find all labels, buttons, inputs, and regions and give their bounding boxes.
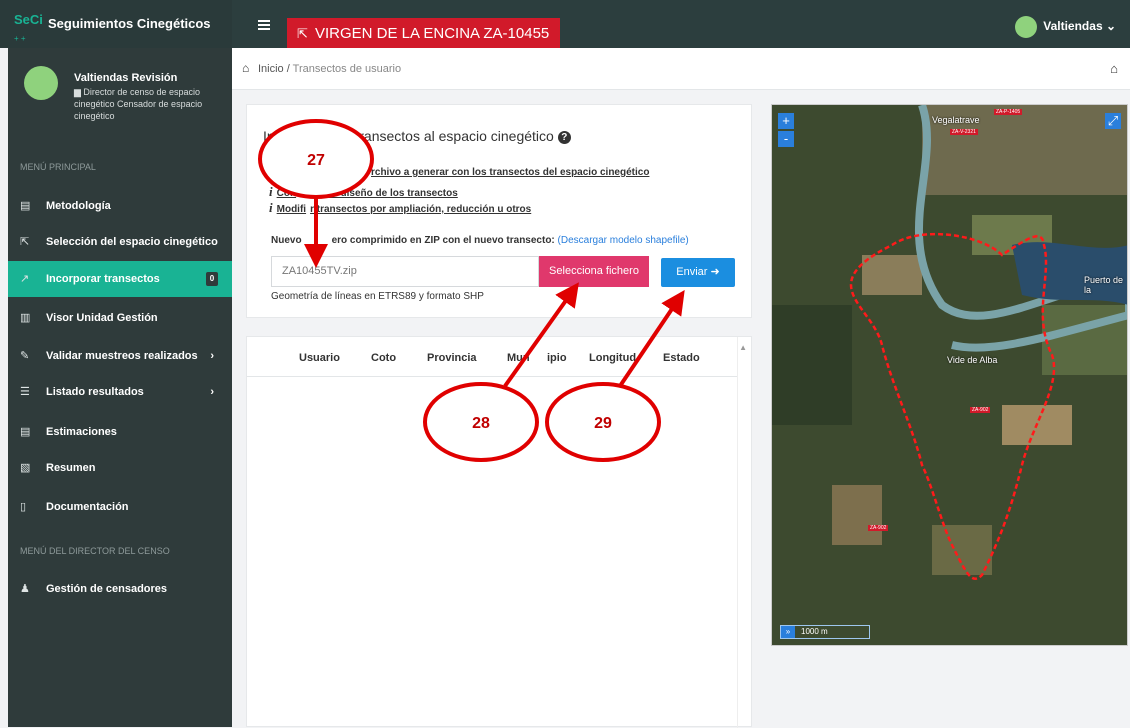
users-icon: ♟ <box>20 583 30 595</box>
count-badge: 0 <box>206 272 218 286</box>
cursor-icon: ⇱ <box>20 236 30 248</box>
upload-card: In os transectos al espacio cinegético? r… <box>246 104 752 318</box>
sidebar-item-label: Estimaciones <box>46 426 117 438</box>
hamburger-menu-icon[interactable] <box>258 20 270 30</box>
help-icon[interactable]: ? <box>557 131 571 144</box>
user-menu[interactable]: Valtiendas ⌄ <box>1015 15 1116 38</box>
pdf-icon: ▧ <box>20 462 31 474</box>
profile-role: ▆ Director de censo de espacio cinegétic… <box>74 87 203 121</box>
map-scale: » 1000 m <box>780 625 870 639</box>
map-imagery <box>772 105 1127 645</box>
breadcrumb: ⌂ Inicio / Transectos de usuario ⌂ <box>232 48 1130 90</box>
avatar <box>1015 15 1038 38</box>
info-icon: i <box>269 184 273 199</box>
link-modify-transects[interactable]: i Modifi r transectos por ampliación, redu… <box>269 200 531 216</box>
chevron-right-icon: › <box>210 350 214 362</box>
map-label: Vide de Alba <box>947 355 998 365</box>
top-bar: SeCi Seguimientos Cinegéticos + + ⇱ VIRGE… <box>0 0 1130 50</box>
card-title: In os transectos al espacio cinegético? <box>263 128 571 144</box>
transects-table: Usuario Coto Provincia Mun ipio Longitud… <box>246 336 752 728</box>
avatar <box>24 66 58 100</box>
column-header[interactable]: Coto <box>371 352 396 364</box>
breadcrumb-home[interactable]: Inicio <box>258 63 284 75</box>
file-name-field[interactable]: ZA10455TV.zip <box>271 256 539 287</box>
check-icon: ✎ <box>20 350 30 362</box>
brand[interactable]: SeCi Seguimientos Cinegéticos + + <box>0 0 232 48</box>
sidebar-item-incorporar[interactable]: ↗ Incorporar transectos 0 <box>8 261 232 297</box>
column-header[interactable]: Estado <box>663 352 700 364</box>
sidebar-item-listado[interactable]: ☰ Listado resultados › <box>8 374 232 410</box>
home-icon[interactable]: ⌂ <box>242 61 249 75</box>
sidebar-item-resumen[interactable]: ▧ Resumen <box>8 450 232 486</box>
home-shortcut-icon[interactable]: ⌂ <box>1110 61 1118 76</box>
sidebar-item-label: Resumen <box>46 462 96 474</box>
sidebar-item-label: Metodología <box>46 200 111 212</box>
sidebar-item-label: Selección del espacio cinegético <box>46 236 218 248</box>
trend-icon: ↗ <box>20 273 30 285</box>
fullscreen-icon[interactable]: ⤢ <box>1105 113 1121 129</box>
column-header[interactable]: Provincia <box>427 352 477 364</box>
user-name: Valtiendas ⌄ <box>1043 19 1116 33</box>
zoom-in-button[interactable]: + <box>778 113 794 129</box>
scroll-up-icon[interactable]: ▲ <box>739 343 747 352</box>
map-label: Puerto de la <box>1084 275 1124 295</box>
zip-label: Nuevo ero comprimido en ZIP con el nuevo … <box>271 235 689 246</box>
sheet-icon: ▤ <box>20 426 31 438</box>
map-icon: ▥ <box>20 312 31 324</box>
director-menu-heading: MENÚ DEL DIRECTOR DEL CENSO <box>20 546 170 556</box>
sidebar-item-seleccion[interactable]: ⇱ Selección del espacio cinegético <box>8 224 232 260</box>
chevron-right-icon: › <box>210 386 214 398</box>
column-header[interactable]: Mun <box>507 352 530 364</box>
brand-logo: SeCi <box>14 12 43 27</box>
estate-name: VIRGEN DE LA ENCINA ZA-10455 <box>315 25 550 42</box>
info-icon: i <box>269 200 273 215</box>
column-header[interactable]: Longitud <box>589 352 636 364</box>
user-profile: Valtiendas Revisión ▆ Director de censo … <box>8 48 232 138</box>
sidebar-item-estimaciones[interactable]: ▤ Estimaciones <box>8 414 232 450</box>
sidebar-item-metodologia[interactable]: ▤ Metodología <box>8 188 232 224</box>
map-label: Vegalatrave <box>932 115 980 125</box>
document-icon: ▤ <box>20 200 31 212</box>
download-template-link[interactable]: (Descargar modelo shapefile) <box>558 235 689 246</box>
brand-mini: + + <box>14 34 26 43</box>
geometry-hint: Geometría de líneas en ETRS89 y formato … <box>271 291 484 302</box>
scrollbar[interactable]: ▲ <box>737 337 751 728</box>
main-menu-heading: MENÚ PRINCIPAL <box>20 162 96 172</box>
zoom-out-button[interactable]: - <box>778 131 794 147</box>
sidebar-item-validar[interactable]: ✎ Validar muestreos realizados › <box>8 338 232 374</box>
sidebar-item-visor[interactable]: ▥ Visor Unidad Gestión <box>8 300 232 336</box>
sidebar: Valtiendas Revisión ▆ Director de censo … <box>8 48 232 727</box>
satellite-map[interactable]: + - ⤢ Vegalatrave Vide de Alba Puerto de… <box>771 104 1128 646</box>
table-header: Usuario Coto Provincia Mun ipio Longitud… <box>247 337 737 377</box>
link-generate-file[interactable]: rchivo a generar con los transectos del … <box>269 167 649 178</box>
road-badge: ZA-902 <box>970 407 991 413</box>
sidebar-item-documentacion[interactable]: ▯ Documentación <box>8 489 232 525</box>
send-button[interactable]: Enviar ➜ <box>661 258 735 287</box>
breadcrumb-separator: / <box>283 63 293 75</box>
file-icon: ▯ <box>20 501 27 513</box>
road-badge: ZA-V-2321 <box>950 129 978 135</box>
sidebar-item-label: Validar muestreos realizados <box>46 350 198 362</box>
sidebar-item-label: Visor Unidad Gestión <box>46 312 158 324</box>
sidebar-item-label: Gestión de censadores <box>46 583 168 595</box>
breadcrumb-current: Transectos de usuario <box>292 63 402 75</box>
road-badge: ZA-P-1405 <box>994 109 1023 115</box>
column-header[interactable]: ipio <box>547 352 567 364</box>
sidebar-item-label: Incorporar transectos <box>46 273 160 285</box>
select-file-button[interactable]: Selecciona fichero <box>539 256 649 287</box>
road-badge: ZA-902 <box>868 525 889 531</box>
link-design-conditions[interactable]: i Con de diseño de los transectos <box>269 184 458 200</box>
profile-name: Valtiendas Revisión <box>74 72 178 84</box>
expand-icon[interactable]: » <box>781 626 795 638</box>
selected-estate-banner[interactable]: ⇱ VIRGEN DE LA ENCINA ZA-10455 <box>287 18 560 50</box>
sidebar-item-label: Listado resultados <box>46 386 144 398</box>
cursor-icon: ⇱ <box>297 26 308 41</box>
sidebar-item-censadores[interactable]: ♟ Gestión de censadores <box>8 571 232 607</box>
list-icon: ☰ <box>20 386 30 398</box>
app-title: Seguimientos Cinegéticos <box>48 16 211 31</box>
column-header[interactable]: Usuario <box>299 352 340 364</box>
sidebar-item-label: Documentación <box>46 501 129 513</box>
